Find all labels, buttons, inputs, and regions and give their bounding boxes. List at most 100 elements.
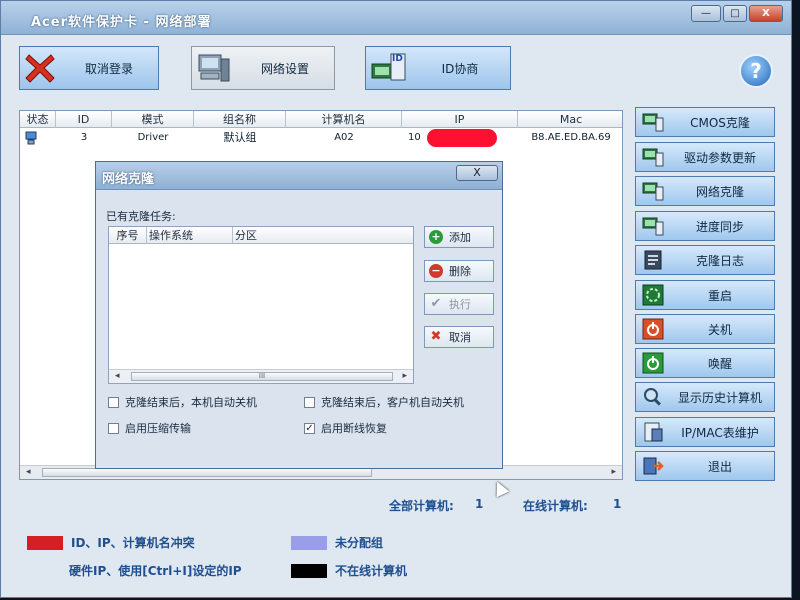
ip-table-icon: [640, 419, 666, 445]
scroll-left-icon[interactable]: ◂: [115, 371, 120, 381]
network-settings-label: 网络设置: [260, 61, 309, 76]
column-computer-name[interactable]: 计算机名: [286, 111, 402, 128]
computer-icon: [640, 213, 666, 239]
checkbox-checked-icon[interactable]: ✓: [304, 422, 315, 434]
legend-label: 未分配组: [335, 536, 384, 550]
main-window: Acer软件保护卡 - 网络部署 — □ X 取消登录 网络设置 ID ID协商…: [0, 0, 792, 598]
dialog-title: 网络克隆: [102, 172, 155, 187]
row-group: 默认组: [223, 131, 257, 144]
add-task-button[interactable]: + 添加: [424, 226, 494, 248]
minus-icon: −: [429, 264, 443, 278]
auto-shutdown-client-checkbox[interactable]: 克隆结束后，客户机自动关机: [304, 394, 464, 410]
task-list-header: 序号 操作系统 分区: [109, 227, 413, 244]
column-mode[interactable]: 模式: [112, 111, 194, 128]
legend-label: 硬件IP、使用[Ctrl+I]设定的IP: [69, 564, 242, 578]
column-partition[interactable]: 分区: [233, 227, 415, 244]
auto-shutdown-local-checkbox[interactable]: 克隆结束后，本机自动关机: [108, 394, 257, 410]
close-button[interactable]: X: [749, 5, 783, 22]
checkbox-box[interactable]: [108, 396, 119, 408]
task-list-scrollbar[interactable]: ◂ III ▸: [109, 369, 413, 383]
exit-icon: [640, 453, 666, 479]
sidebar-item-exit[interactable]: 退出: [635, 451, 775, 481]
minimize-button[interactable]: —: [691, 5, 721, 22]
help-icon[interactable]: ?: [739, 54, 773, 88]
checkbox-label: 克隆结束后，本机自动关机: [125, 396, 257, 409]
sidebar-item-label: 唤醒: [707, 356, 732, 371]
scroll-thumb[interactable]: III: [131, 372, 393, 381]
legend-unassigned: 未分配组: [291, 534, 383, 551]
checkbox-box[interactable]: [108, 422, 119, 434]
column-id[interactable]: ID: [56, 111, 112, 128]
column-os[interactable]: 操作系统: [147, 227, 233, 244]
legend-label: ID、IP、计算机名冲突: [71, 536, 195, 550]
checkbox-box[interactable]: [304, 396, 315, 408]
network-settings-button[interactable]: 网络设置: [191, 46, 335, 90]
all-computers-count: 1: [475, 497, 484, 511]
network-clone-dialog: 网络克隆 X 已有克隆任务: 序号 操作系统 分区 ◂ III ▸ + 添加 −…: [95, 161, 503, 469]
cancel-task-button[interactable]: ✖ 取消: [424, 326, 494, 348]
column-index[interactable]: 序号: [109, 227, 147, 244]
sidebar-item-history[interactable]: 显示历史计算机: [635, 382, 775, 412]
status-icon: [24, 131, 38, 145]
computer-icon: [640, 109, 666, 135]
sidebar-item-driver-update[interactable]: 驱动参数更新: [635, 142, 775, 172]
clone-task-list: 序号 操作系统 分区 ◂ III ▸: [108, 226, 414, 384]
red-x-icon: [20, 48, 60, 88]
sidebar-item-shutdown[interactable]: 关机: [635, 314, 775, 344]
column-group[interactable]: 组名称: [194, 111, 286, 128]
online-computers-label: 在线计算机:: [523, 499, 588, 513]
id-negotiation-button[interactable]: ID ID协商: [365, 46, 511, 90]
sidebar-item-label: 关机: [707, 322, 732, 337]
legend-swatch: [291, 535, 327, 550]
sidebar-item-network-clone[interactable]: 网络克隆: [635, 176, 775, 206]
resume-checkbox[interactable]: ✓ 启用断线恢复: [304, 420, 387, 436]
table-header: 状态 ID 模式 组名称 计算机名 IP Mac: [20, 111, 622, 128]
dialog-close-button[interactable]: X: [456, 165, 498, 181]
sidebar-item-ip-mac-table[interactable]: IP/MAC表维护: [635, 417, 775, 447]
title-bar: Acer软件保护卡 - 网络部署 — □ X: [1, 1, 791, 35]
history-icon: [640, 384, 666, 410]
column-mac[interactable]: Mac: [518, 111, 624, 128]
sidebar-item-wake[interactable]: 唤醒: [635, 348, 775, 378]
all-computers-label: 全部计算机:: [389, 499, 454, 513]
sidebar-item-label: CMOS克隆: [690, 115, 750, 130]
compression-checkbox[interactable]: 启用压缩传输: [108, 420, 191, 436]
sidebar-item-label: 显示历史计算机: [677, 390, 762, 405]
legend-label: 不在线计算机: [335, 564, 408, 578]
legend-swatch: [291, 563, 327, 578]
logout-button[interactable]: 取消登录: [19, 46, 159, 90]
legend-offline: 不在线计算机: [291, 562, 407, 579]
sidebar-item-restart[interactable]: 重启: [635, 280, 775, 310]
sidebar-item-label: 重启: [707, 288, 732, 303]
row-mac: B8.AE.ED.BA.69: [531, 132, 611, 143]
maximize-button[interactable]: □: [723, 5, 747, 22]
column-status[interactable]: 状态: [20, 111, 56, 128]
mouse-cursor-icon: [490, 478, 510, 498]
scroll-thumb[interactable]: [42, 468, 372, 477]
restart-icon: [640, 282, 666, 308]
dialog-title-bar: 网络克隆 X: [96, 162, 502, 190]
sidebar-item-progress-sync[interactable]: 进度同步: [635, 211, 775, 241]
sidebar-item-label: 进度同步: [695, 219, 744, 234]
ip-redaction-mark: [427, 129, 497, 147]
check-icon: ✔: [430, 296, 442, 311]
computer-icon: [640, 178, 666, 204]
column-ip[interactable]: IP: [402, 111, 518, 128]
delete-task-button[interactable]: − 删除: [424, 260, 494, 282]
sidebar-item-label: 网络克隆: [695, 184, 744, 199]
scroll-right-icon[interactable]: ▸: [611, 467, 616, 477]
sidebar-item-clone-log[interactable]: 克隆日志: [635, 245, 775, 275]
scroll-left-icon[interactable]: ◂: [26, 467, 31, 477]
logout-label: 取消登录: [84, 61, 133, 76]
tasks-label: 已有克隆任务:: [106, 210, 176, 223]
sidebar-item-cmos-clone[interactable]: CMOS克隆: [635, 107, 775, 137]
checkbox-label: 启用压缩传输: [125, 422, 191, 435]
id-computer-icon: ID: [366, 48, 410, 88]
legend-conflict: ID、IP、计算机名冲突: [27, 534, 195, 551]
legend-hardware-ip: 硬件IP、使用[Ctrl+I]设定的IP: [69, 562, 242, 579]
execute-task-button[interactable]: ✔ 执行: [424, 293, 494, 315]
add-label: 添加: [449, 231, 471, 244]
scroll-right-icon[interactable]: ▸: [402, 371, 407, 381]
network-computer-icon: [192, 48, 236, 88]
sidebar-item-label: 克隆日志: [695, 253, 744, 268]
